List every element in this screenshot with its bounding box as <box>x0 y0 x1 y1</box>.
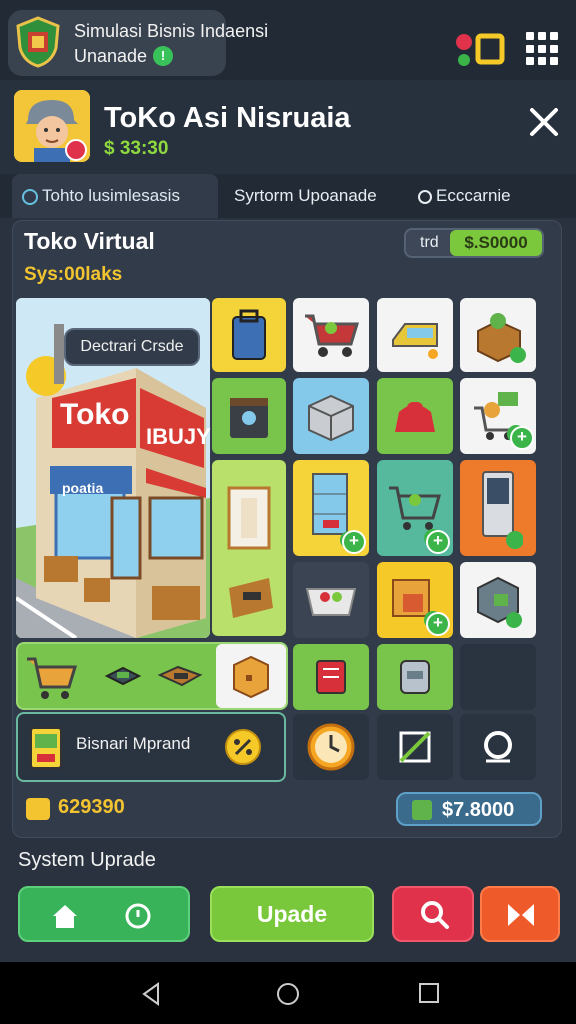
cash-icon <box>412 800 432 820</box>
item-tile-receipt[interactable] <box>293 644 369 710</box>
price-value: $.S0000 <box>450 230 542 256</box>
system-upgrade-label: System Uprade <box>18 849 156 871</box>
item-tile-red-bag[interactable] <box>377 378 453 454</box>
home-icon <box>53 905 77 928</box>
store-sign-main: Toko <box>60 398 130 431</box>
add-cart-icon[interactable]: + <box>426 530 450 554</box>
app-subtitle-text: Unanade <box>74 46 148 66</box>
circle-home-icon <box>277 983 299 1005</box>
app-subtitle: Unanade ! <box>74 45 174 67</box>
add-stock-crate-icon[interactable]: + <box>426 612 450 636</box>
add-cart-money-icon[interactable]: + <box>510 426 534 450</box>
cash-value: $7.8000 <box>442 799 515 821</box>
update-button[interactable]: Upade <box>210 886 374 942</box>
percent-badge-icon[interactable] <box>220 724 266 770</box>
item-tile-shelf-tall[interactable] <box>212 460 286 636</box>
item-tile-plant-box[interactable] <box>460 298 536 372</box>
price-label: trd <box>420 234 439 251</box>
shield-logo-icon <box>14 16 62 68</box>
next-icon <box>508 904 534 926</box>
search-icon <box>421 901 449 929</box>
decor-button[interactable]: Dectrari Crsde <box>64 328 200 366</box>
cash-pill[interactable]: $7.8000 <box>396 792 542 826</box>
search-button[interactable] <box>392 886 474 942</box>
back-icon <box>142 982 159 1006</box>
tab-store[interactable]: Tohto lusimlesasis <box>12 174 218 218</box>
tab-store-label: Tohto lusimlesasis <box>42 186 180 205</box>
wallet-icon[interactable] <box>154 656 206 696</box>
gift-icon[interactable] <box>452 30 506 68</box>
empty-slot[interactable] <box>460 644 536 710</box>
tag-icon <box>22 188 38 205</box>
store-awning-text: poatia <box>62 480 104 496</box>
grid-menu-icon[interactable] <box>526 32 560 66</box>
status-dot-icon: ! <box>153 46 174 66</box>
coins-value: 629390 <box>58 796 125 818</box>
tab-ecommerce[interactable]: Ecccarnie <box>418 174 568 218</box>
close-icon[interactable] <box>526 104 562 140</box>
item-tile-can[interactable] <box>377 644 453 710</box>
tab-system-upgrade-label: Syrtorm Upoanade <box>234 186 377 205</box>
clock-icon <box>125 903 151 929</box>
shop-title: ToKo Asi Nisruaia <box>104 102 351 134</box>
square-recents-icon <box>419 983 439 1003</box>
system-nav-bar <box>0 962 576 1024</box>
item-tile-cart-produce[interactable] <box>293 298 369 372</box>
item-tile-bag[interactable] <box>212 298 286 372</box>
store-sign-side: IBUJY <box>146 424 211 449</box>
cash-stack-icon[interactable] <box>100 656 146 696</box>
edit-tile[interactable] <box>377 714 453 780</box>
coin-icon <box>26 798 50 820</box>
app-title: Simulasi Bisnis Indaensi <box>74 21 269 41</box>
cart-goods-icon[interactable] <box>22 646 82 706</box>
panel-title: Toko Virtual <box>24 228 155 254</box>
tab-system-upgrade[interactable]: Syrtorm Upoanade <box>234 174 394 218</box>
tab-ecommerce-label: Ecccarnie <box>436 186 511 205</box>
price-pill[interactable]: trd $.S0000 <box>404 228 544 258</box>
item-tile-safe[interactable] <box>212 378 286 454</box>
upgrade-label: Bisnari Mprand <box>76 734 191 753</box>
item-tile-basket[interactable] <box>293 562 369 638</box>
item-tile-parcel[interactable] <box>216 644 286 708</box>
add-display-case-icon[interactable]: + <box>342 530 366 554</box>
shop-money: $ 33:30 <box>104 138 169 159</box>
item-tile-box[interactable] <box>293 378 369 454</box>
upgrade-document-icon <box>26 718 66 774</box>
item-tile-server-box[interactable] <box>460 562 536 638</box>
home-button[interactable] <box>18 886 190 942</box>
timer-tile[interactable] <box>293 714 369 780</box>
magnifier-tile[interactable] <box>460 714 536 780</box>
panel-subtitle: Sys:00laks <box>24 264 123 285</box>
item-tile-register[interactable] <box>377 298 453 372</box>
ecommerce-icon <box>418 189 432 204</box>
item-tile-kiosk[interactable] <box>460 460 536 556</box>
next-button[interactable] <box>480 886 560 942</box>
avatar[interactable] <box>14 90 90 162</box>
